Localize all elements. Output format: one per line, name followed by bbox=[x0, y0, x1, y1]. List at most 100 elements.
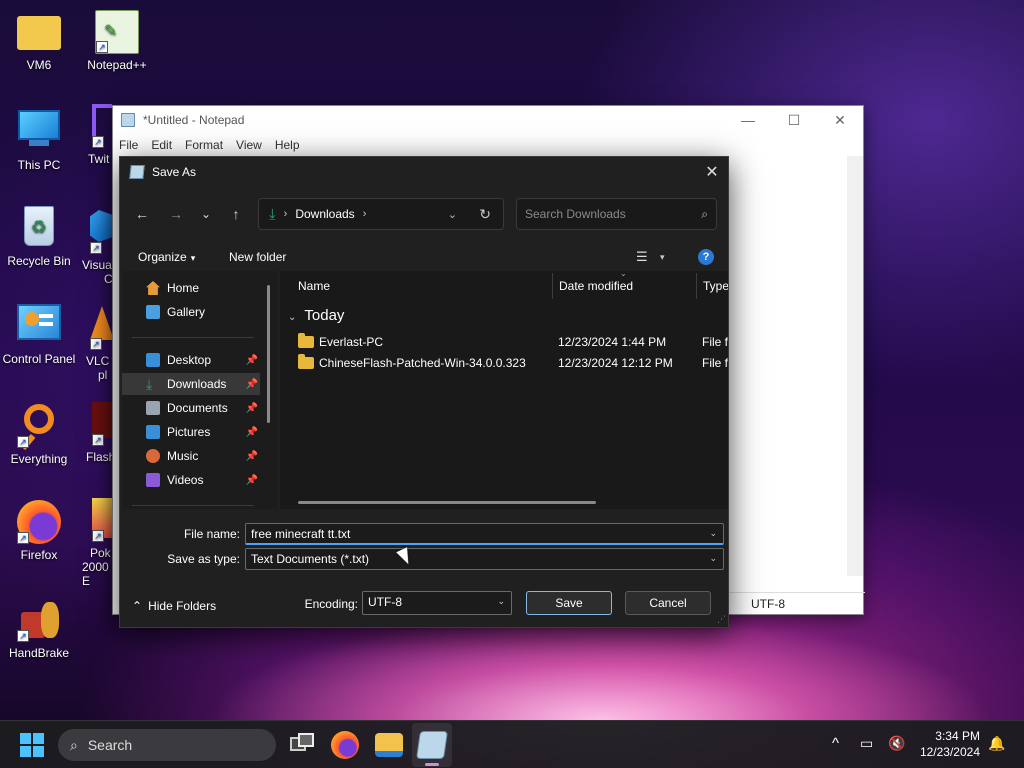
desktop-icon-firefox[interactable]: ↗ Firefox bbox=[0, 500, 78, 562]
column-header-date-modified[interactable]: Date modified bbox=[559, 279, 633, 293]
resize-grip-icon[interactable]: ⋰ bbox=[717, 614, 726, 625]
nav-pane-scrollbar[interactable] bbox=[267, 285, 270, 423]
group-header-today[interactable]: ⌄ Today bbox=[288, 307, 344, 324]
column-separator[interactable] bbox=[552, 273, 553, 299]
sidebar-item-label: Gallery bbox=[167, 305, 206, 319]
chevron-down-icon[interactable]: ⌄ bbox=[709, 553, 717, 564]
shortcut-arrow-icon: ↗ bbox=[92, 136, 104, 148]
sidebar-item-gallery[interactable]: Gallery bbox=[122, 301, 260, 323]
pin-icon[interactable]: 📌 bbox=[246, 379, 258, 390]
organize-button[interactable]: Organize ▾ bbox=[138, 250, 195, 264]
notepad-vertical-scrollbar[interactable] bbox=[847, 156, 863, 576]
flash-icon: ↗ bbox=[92, 402, 114, 446]
desktop-icon-control-panel[interactable]: Control Panel bbox=[0, 304, 78, 366]
chevron-down-icon[interactable]: ⌄ bbox=[497, 596, 505, 607]
view-options-icon[interactable]: ☰ bbox=[636, 249, 648, 265]
navigation-pane: Home Gallery Desktop 📌 ⤓ Downloads 📌 Doc… bbox=[122, 271, 278, 509]
pin-icon[interactable]: 📌 bbox=[246, 427, 258, 438]
desktop-icon-handbrake[interactable]: ↗ HandBrake bbox=[0, 598, 78, 660]
new-folder-button[interactable]: New folder bbox=[229, 250, 286, 264]
search-icon[interactable]: ⌕ bbox=[701, 207, 708, 222]
desktop-icon-everything[interactable]: ↗ Everything bbox=[0, 402, 78, 466]
pin-icon[interactable]: 📌 bbox=[246, 403, 258, 414]
show-hidden-icons-button[interactable]: ^ bbox=[832, 735, 839, 752]
help-icon[interactable]: ? bbox=[698, 249, 714, 265]
monitor-icon bbox=[17, 110, 61, 154]
desktop-icon-this-pc[interactable]: This PC bbox=[0, 108, 78, 172]
taskbar-clock[interactable]: 3:34 PM 12/23/2024 bbox=[920, 728, 980, 760]
column-header-name[interactable]: Name bbox=[298, 279, 330, 293]
shortcut-arrow-icon: ↗ bbox=[92, 530, 104, 542]
volume-muted-icon[interactable]: 🔇 bbox=[888, 735, 905, 752]
sidebar-item-desktop[interactable]: Desktop 📌 bbox=[122, 349, 260, 371]
taskbar-search[interactable]: ⌕ Search bbox=[58, 729, 276, 761]
file-name-input[interactable] bbox=[251, 527, 691, 541]
dialog-titlebar[interactable]: Save As bbox=[120, 157, 728, 187]
sidebar-item-label: Home bbox=[167, 281, 200, 295]
sidebar-item-videos[interactable]: Videos 📌 bbox=[122, 469, 260, 491]
sidebar-item-documents[interactable]: Documents 📌 bbox=[122, 397, 260, 419]
folder-icon bbox=[298, 354, 314, 369]
sidebar-item-music[interactable]: Music 📌 bbox=[122, 445, 260, 467]
desktop-icon-flash[interactable]: ↗ Flash bbox=[84, 402, 114, 464]
file-name-field[interactable]: ⌄ bbox=[245, 523, 724, 545]
desktop-icon-notepadpp[interactable]: ✎ ↗ Notepad++ bbox=[78, 10, 156, 72]
chevron-down-icon[interactable]: ▾ bbox=[660, 252, 665, 263]
desktop-icon-vlc[interactable]: ↗ VLC pl bbox=[82, 306, 114, 382]
pin-icon[interactable]: 📌 bbox=[246, 451, 258, 462]
menu-help[interactable]: Help bbox=[275, 138, 300, 152]
address-dropdown-button[interactable]: ⌄ bbox=[448, 208, 457, 221]
sidebar-item-label: Videos bbox=[167, 473, 204, 487]
minimize-button[interactable]: — bbox=[725, 106, 771, 134]
hide-folders-button[interactable]: ⌃ Hide Folders bbox=[132, 599, 216, 613]
start-button[interactable] bbox=[20, 733, 44, 757]
pictures-icon bbox=[146, 425, 160, 439]
table-row[interactable]: Everlast-PC 12/23/2024 1:44 PM File fo bbox=[280, 331, 728, 352]
encoding-select[interactable]: UTF-8 ⌄ bbox=[362, 591, 512, 615]
network-icon[interactable]: ▭ bbox=[860, 735, 873, 752]
menu-view[interactable]: View bbox=[236, 138, 262, 152]
refresh-button[interactable]: ↻ bbox=[479, 206, 491, 223]
chevron-right-icon[interactable]: › bbox=[363, 208, 367, 220]
task-view-icon[interactable] bbox=[288, 731, 316, 759]
recent-locations-button[interactable]: ⌄ bbox=[194, 203, 218, 225]
file-explorer-icon[interactable] bbox=[375, 733, 403, 757]
desktop-icon-vscode[interactable]: ↗ Visua C bbox=[80, 210, 114, 286]
sidebar-item-label: Documents bbox=[167, 401, 228, 415]
search-box[interactable]: ⌕ bbox=[516, 198, 717, 230]
sidebar-item-downloads[interactable]: ⤓ Downloads 📌 bbox=[122, 373, 260, 395]
chevron-down-icon[interactable]: ⌄ bbox=[709, 528, 717, 539]
pin-icon[interactable]: 📌 bbox=[246, 355, 258, 366]
file-name-label: File name: bbox=[183, 527, 240, 541]
address-location[interactable]: Downloads bbox=[295, 207, 354, 221]
cancel-button[interactable]: Cancel bbox=[625, 591, 711, 615]
forward-button[interactable]: → bbox=[164, 203, 188, 225]
sidebar-item-home[interactable]: Home bbox=[122, 277, 260, 299]
menu-edit[interactable]: Edit bbox=[151, 138, 172, 152]
up-button[interactable]: ↑ bbox=[224, 203, 248, 225]
desktop-icon-twitch[interactable]: ↗ Twit bbox=[84, 104, 114, 166]
desktop-icon-pokemon[interactable]: ↗ Pok 2000 E bbox=[82, 498, 114, 588]
maximize-button[interactable]: ☐ bbox=[771, 106, 817, 134]
firefox-icon[interactable] bbox=[331, 731, 359, 759]
back-button[interactable]: ← bbox=[130, 203, 154, 225]
close-button[interactable]: ✕ bbox=[817, 106, 863, 134]
save-as-type-select[interactable]: Text Documents (*.txt) ⌄ bbox=[245, 548, 724, 570]
column-header-type[interactable]: Type bbox=[703, 279, 728, 293]
menu-file[interactable]: File bbox=[119, 138, 138, 152]
column-separator[interactable] bbox=[696, 273, 697, 299]
desktop-icon-vm6[interactable]: VM6 bbox=[0, 10, 78, 72]
notepad-icon[interactable] bbox=[416, 731, 448, 759]
save-button[interactable]: Save bbox=[526, 591, 612, 615]
file-list-horizontal-scrollbar[interactable] bbox=[298, 501, 596, 504]
sidebar-item-pictures[interactable]: Pictures 📌 bbox=[122, 421, 260, 443]
desktop-icon-recycle-bin[interactable]: ♻ Recycle Bin bbox=[0, 206, 78, 268]
table-row[interactable]: ChineseFlash-Patched-Win-34.0.0.323 12/2… bbox=[280, 352, 728, 373]
notifications-bell-icon[interactable]: 🔔 bbox=[988, 735, 1005, 752]
home-icon bbox=[146, 281, 160, 295]
pin-icon[interactable]: 📌 bbox=[246, 475, 258, 486]
dialog-close-button[interactable]: ✕ bbox=[696, 157, 728, 187]
search-input[interactable] bbox=[525, 207, 685, 221]
menu-format[interactable]: Format bbox=[185, 138, 223, 152]
address-bar[interactable]: ⤓ › Downloads › ⌄ ↻ bbox=[258, 198, 504, 230]
